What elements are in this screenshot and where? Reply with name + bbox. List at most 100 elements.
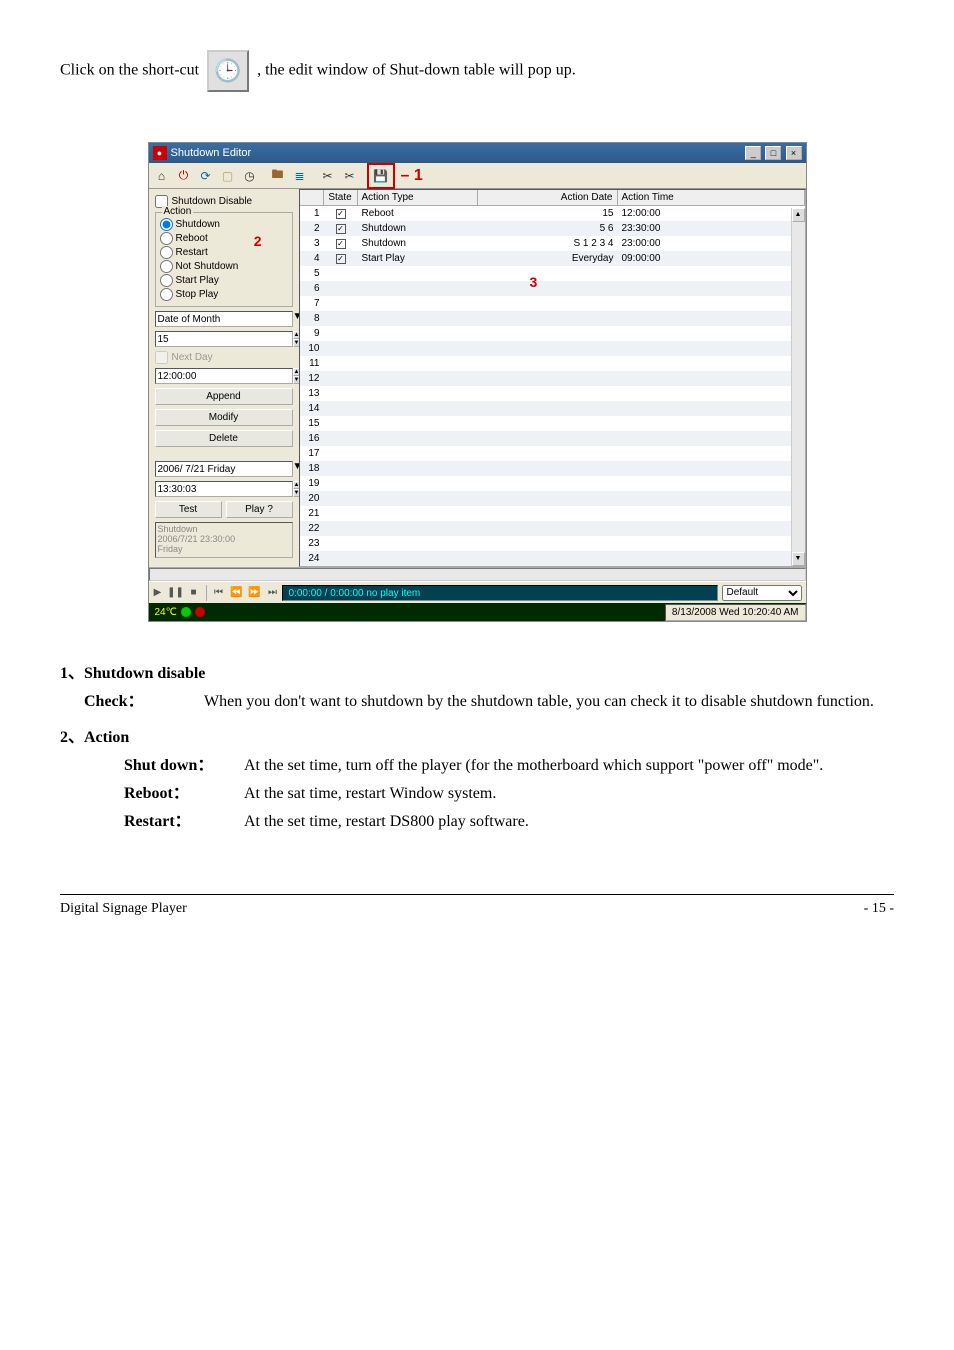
prev-icon[interactable]: ⏪ <box>228 584 246 602</box>
table-row[interactable]: 7 <box>300 296 805 311</box>
vertical-scrollbar[interactable]: ▲ ▼ <box>791 208 805 566</box>
table-row[interactable]: 19 <box>300 476 805 491</box>
scroll-down-icon[interactable]: ▼ <box>792 552 805 566</box>
table-row[interactable]: 24 <box>300 551 805 566</box>
action-legend: Action <box>162 206 194 217</box>
table-row[interactable]: 22 <box>300 521 805 536</box>
action-group: Action Shutdown Reboot Restart Not Shutd… <box>155 212 293 307</box>
table-row[interactable]: 8 <box>300 311 805 326</box>
stop-icon[interactable]: ■ <box>185 584 203 602</box>
play-button[interactable]: Play ? <box>226 501 293 518</box>
table-row[interactable]: 16 <box>300 431 805 446</box>
temperature-indicator: 24℃ <box>149 607 211 618</box>
radio-reboot[interactable]: Reboot <box>160 232 288 245</box>
play-icon[interactable]: ▶ <box>149 584 167 602</box>
table-row[interactable]: 14 <box>300 401 805 416</box>
table-row[interactable]: 11 <box>300 356 805 371</box>
table-row[interactable]: 18 <box>300 461 805 476</box>
state-checkbox-icon[interactable]: ✓ <box>336 224 346 234</box>
marker-2: 2 <box>254 233 262 249</box>
table-row[interactable]: 5 <box>300 266 805 281</box>
tool-folder-icon[interactable]: 🖿 <box>268 166 288 186</box>
minimize-button[interactable]: _ <box>745 146 761 160</box>
table-row[interactable]: 23 <box>300 536 805 551</box>
section-2c-row: Restart At the set time, restart DS800 p… <box>124 810 894 834</box>
tool-clock-icon[interactable]: ◷ <box>240 166 260 186</box>
section-2b-row: Reboot At the sat time, restart Window s… <box>124 782 894 806</box>
tool-cut-icon[interactable]: ✂ <box>318 166 338 186</box>
append-button[interactable]: Append <box>155 388 293 405</box>
window-controls: _ □ × <box>744 146 801 160</box>
day-input[interactable] <box>155 331 293 347</box>
table-row[interactable]: 17 <box>300 446 805 461</box>
radio-not-shutdown[interactable]: Not Shutdown <box>160 260 288 273</box>
radio-stop-play[interactable]: Stop Play <box>160 288 288 301</box>
info-block: Shutdown 2006/7/21 23:30:00 Friday <box>155 522 293 558</box>
table-row[interactable]: 9 <box>300 326 805 341</box>
state-checkbox-icon[interactable]: ✓ <box>336 239 346 249</box>
tool-home-icon[interactable]: ⌂ <box>152 166 172 186</box>
date-picker[interactable] <box>155 461 293 477</box>
scroll-up-icon[interactable]: ▲ <box>792 208 805 222</box>
radio-start-play[interactable]: Start Play <box>160 274 288 287</box>
tool-list-icon[interactable]: ≣ <box>290 166 310 186</box>
intro-paragraph: Click on the short-cut 🕒 , the edit wind… <box>60 50 894 92</box>
time-input-1[interactable] <box>155 368 293 384</box>
horizontal-scrollbar[interactable] <box>149 568 806 581</box>
status-green-icon <box>181 607 191 617</box>
table-row[interactable]: 2✓Shutdown5 623:30:00 <box>300 221 805 236</box>
next-day-checkbox: Next Day <box>155 351 293 364</box>
tool-reboot-icon[interactable]: ⟳ <box>196 166 216 186</box>
state-checkbox-icon[interactable]: ✓ <box>336 209 346 219</box>
status-red-icon <box>195 607 205 617</box>
time-input-2[interactable] <box>155 481 293 497</box>
last-icon[interactable]: ⏭ <box>264 584 282 602</box>
table-row[interactable]: 6 <box>300 281 805 296</box>
tool-paste-icon[interactable]: ✂ <box>340 166 360 186</box>
close-button[interactable]: × <box>786 146 802 160</box>
app-icon: ● <box>153 146 167 160</box>
status-bar: 24℃ 8/13/2008 Wed 10:20:40 AM <box>149 603 806 621</box>
tool-doc-icon[interactable]: ▢ <box>218 166 238 186</box>
radio-shutdown[interactable]: Shutdown <box>160 218 288 231</box>
table-row[interactable]: 4✓Start PlayEveryday09:00:00 <box>300 251 805 266</box>
profile-select[interactable]: Default <box>722 585 802 601</box>
player-bar: ▶ ❚❚ ■ ⏮ ⏪ ⏩ ⏭ 0:00:00 / 0:00:00 no play… <box>149 581 806 603</box>
marker-1: – 1 <box>401 167 423 185</box>
left-panel: Shutdown Disable Action Shutdown Reboot … <box>149 189 299 567</box>
first-icon[interactable]: ⏮ <box>210 584 228 602</box>
tool-power-icon[interactable]: ⏻ <box>174 166 194 186</box>
save-icon[interactable]: 💾 <box>371 166 391 186</box>
maximize-button[interactable]: □ <box>765 146 781 160</box>
table-row[interactable]: 3✓ShutdownS 1 2 3 423:00:00 <box>300 236 805 251</box>
table-row[interactable]: 1✓Reboot1512:00:00 <box>300 206 805 221</box>
table-row[interactable]: 10 <box>300 341 805 356</box>
window-title: Shutdown Editor <box>171 147 252 159</box>
modify-button[interactable]: Modify <box>155 409 293 426</box>
grid-header: State Action Type Action Date Action Tim… <box>300 190 805 206</box>
table-row[interactable]: 13 <box>300 386 805 401</box>
radio-restart[interactable]: Restart <box>160 246 288 259</box>
period-select[interactable] <box>155 311 293 327</box>
doc-body: 1、Shutdown disable Check When you don't … <box>60 662 894 834</box>
clock-display: 8/13/2008 Wed 10:20:40 AM <box>665 604 806 621</box>
section-1-row: Check When you don't want to shutdown by… <box>84 690 894 714</box>
test-button[interactable]: Test <box>155 501 222 518</box>
pause-icon[interactable]: ❚❚ <box>167 584 185 602</box>
section-2-title: 2、Action <box>60 726 894 750</box>
table-row[interactable]: 21 <box>300 506 805 521</box>
table-row[interactable]: 15 <box>300 416 805 431</box>
table-row[interactable]: 12 <box>300 371 805 386</box>
horizontal-scroll-area <box>149 567 806 581</box>
table-row[interactable]: 20 <box>300 491 805 506</box>
next-icon[interactable]: ⏩ <box>246 584 264 602</box>
page-footer: Digital Signage Player - 15 - <box>60 894 894 917</box>
section-1-title: 1、Shutdown disable <box>60 662 894 686</box>
player-display: 0:00:00 / 0:00:00 no play item <box>282 585 718 601</box>
toolbar: ⌂ ⏻ ⟳ ▢ ◷ 🖿 ≣ ✂ ✂ 💾 – 1 <box>149 163 806 189</box>
state-checkbox-icon[interactable]: ✓ <box>336 254 346 264</box>
delete-button[interactable]: Delete <box>155 430 293 447</box>
clock-icon: 🕒 <box>207 50 249 92</box>
titlebar: ● Shutdown Editor _ □ × <box>149 143 806 163</box>
marker-3: 3 <box>530 274 538 290</box>
